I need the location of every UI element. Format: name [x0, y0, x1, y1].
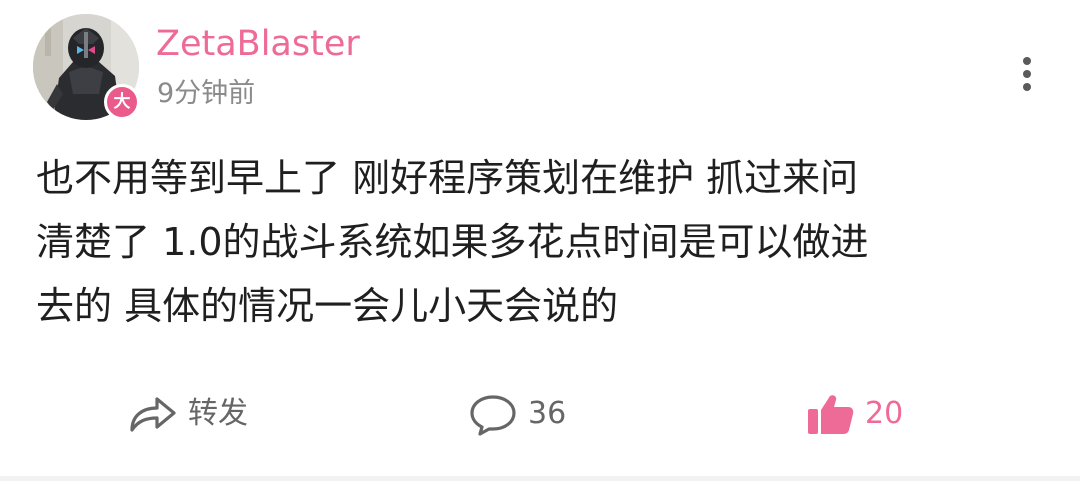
comment-button[interactable]: 36	[468, 388, 566, 440]
repost-label: 转发	[188, 396, 248, 431]
author-avatar-wrap[interactable]: 大	[33, 14, 140, 120]
post-content-line: 也不用等到早上了 刚好程序策划在维护 抓过来问	[36, 156, 859, 200]
post-content: 也不用等到早上了 刚好程序策划在维护 抓过来问 清楚了 1.0的战斗系统如果多花…	[36, 146, 1056, 338]
bottom-divider	[0, 476, 1080, 481]
like-count: 20	[865, 396, 904, 431]
more-vertical-icon-dot-3	[1023, 83, 1031, 91]
more-options-button[interactable]	[1012, 52, 1042, 96]
post-timestamp: 9分钟前	[157, 78, 256, 109]
like-button[interactable]: 20	[805, 388, 903, 440]
more-vertical-icon-dot-2	[1023, 70, 1031, 78]
post-card: 大 ZetaBlaster 9分钟前 也不用等到早上了 刚好程序策划在维护 抓过…	[0, 0, 1080, 481]
more-vertical-icon	[1023, 57, 1031, 65]
repost-button[interactable]: 转发	[128, 388, 248, 440]
post-content-line: 去的 具体的情况一会儿小天会说的	[36, 284, 619, 328]
comment-bubble-icon	[468, 392, 518, 436]
post-content-line: 清楚了 1.0的战斗系统如果多花点时间是可以做进	[36, 220, 869, 264]
comment-count: 36	[528, 396, 567, 431]
author-name[interactable]: ZetaBlaster	[156, 22, 360, 66]
level-badge: 大	[104, 84, 140, 120]
thumbs-up-icon	[805, 392, 855, 436]
share-arrow-icon	[128, 394, 178, 434]
